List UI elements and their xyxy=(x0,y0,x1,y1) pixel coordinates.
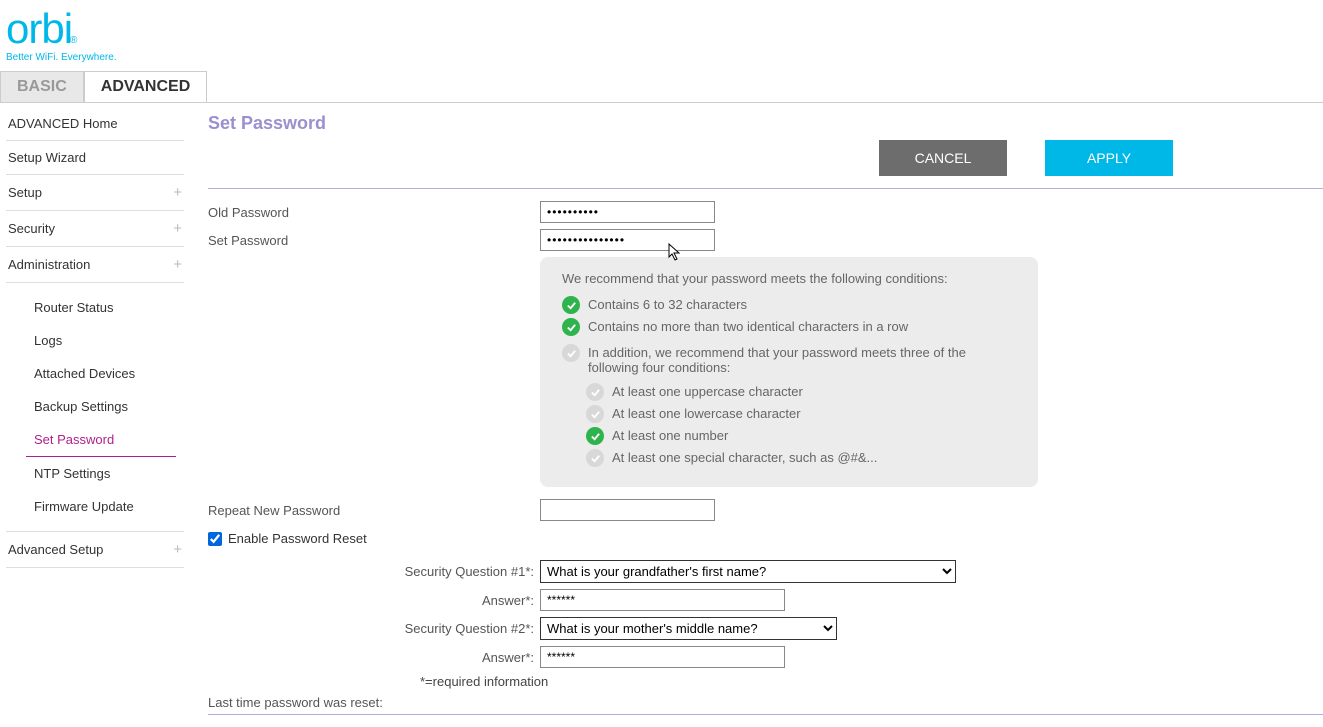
repeat-password-input[interactable] xyxy=(540,499,715,521)
sidebar-item-setup-wizard[interactable]: Setup Wizard xyxy=(6,141,184,175)
sidebar-item-security[interactable]: Security+ xyxy=(6,211,184,247)
divider xyxy=(208,714,1323,715)
main-content: Set Password CANCEL APPLY Old Password S… xyxy=(190,103,1323,715)
set-password-input[interactable] xyxy=(540,229,715,251)
condition-text: At least one uppercase character xyxy=(612,383,803,399)
sub-intro-text: In addition, we recommend that your pass… xyxy=(588,344,1020,375)
check-fail-icon xyxy=(586,383,604,401)
security-question-2-label: Security Question #2*: xyxy=(208,621,540,636)
condition-text: Contains no more than two identical char… xyxy=(588,318,908,334)
check-pass-icon xyxy=(562,318,580,336)
divider xyxy=(208,188,1323,189)
cancel-button[interactable]: CANCEL xyxy=(879,140,1007,176)
answer-1-label: Answer*: xyxy=(208,593,540,608)
sidebar: ADVANCED Home Setup Wizard Setup+ Securi… xyxy=(0,103,190,715)
condition-text: At least one lowercase character xyxy=(612,405,801,421)
sidebar-sub-router-status[interactable]: Router Status xyxy=(6,291,184,324)
old-password-input[interactable] xyxy=(540,201,715,223)
sidebar-sub-backup-settings[interactable]: Backup Settings xyxy=(6,390,184,423)
sidebar-sub-attached-devices[interactable]: Attached Devices xyxy=(6,357,184,390)
required-note: *=required information xyxy=(420,674,1323,689)
logo-area: orbi® Better WiFi. Everywhere. xyxy=(0,0,1323,65)
brand-tagline: Better WiFi. Everywhere. xyxy=(6,52,1317,63)
sidebar-item-administration[interactable]: Administration+ xyxy=(6,247,184,283)
answer-2-input[interactable] xyxy=(540,646,785,668)
last-reset-label: Last time password was reset: xyxy=(208,695,1323,710)
sidebar-item-advanced-setup[interactable]: Advanced Setup+ xyxy=(6,531,184,568)
security-question-1-label: Security Question #1*: xyxy=(208,564,540,579)
password-hint-box: We recommend that your password meets th… xyxy=(540,257,1038,487)
check-fail-icon xyxy=(586,405,604,423)
security-question-2-select[interactable]: What is your mother's middle name? xyxy=(540,617,837,640)
page-title: Set Password xyxy=(208,113,1323,134)
hint-intro: We recommend that your password meets th… xyxy=(562,271,1020,286)
answer-1-input[interactable] xyxy=(540,589,785,611)
repeat-password-label: Repeat New Password xyxy=(208,503,540,518)
condition-text: At least one number xyxy=(612,427,728,443)
enable-password-reset-label: Enable Password Reset xyxy=(228,531,367,546)
sidebar-item-advanced-home[interactable]: ADVANCED Home xyxy=(6,107,184,141)
tab-basic[interactable]: BASIC xyxy=(0,71,84,102)
plus-icon: + xyxy=(173,541,182,558)
sidebar-sub-firmware-update[interactable]: Firmware Update xyxy=(6,490,184,523)
check-pass-icon xyxy=(562,296,580,314)
condition-text: Contains 6 to 32 characters xyxy=(588,296,747,312)
brand-logo: orbi® xyxy=(6,8,1317,50)
apply-button[interactable]: APPLY xyxy=(1045,140,1173,176)
tab-advanced[interactable]: ADVANCED xyxy=(84,71,207,102)
check-fail-icon xyxy=(586,449,604,467)
plus-icon: + xyxy=(173,184,182,201)
check-pass-icon xyxy=(586,427,604,445)
old-password-label: Old Password xyxy=(208,205,540,220)
condition-text: At least one special character, such as … xyxy=(612,449,877,465)
sidebar-sub-ntp-settings[interactable]: NTP Settings xyxy=(6,457,184,490)
answer-2-label: Answer*: xyxy=(208,650,540,665)
check-fail-icon xyxy=(562,344,580,362)
sidebar-sub-set-password[interactable]: Set Password xyxy=(26,423,176,457)
security-question-1-select[interactable]: What is your grandfather's first name? xyxy=(540,560,956,583)
sidebar-item-setup[interactable]: Setup+ xyxy=(6,175,184,211)
plus-icon: + xyxy=(173,220,182,237)
set-password-label: Set Password xyxy=(208,233,540,248)
sidebar-sub-logs[interactable]: Logs xyxy=(6,324,184,357)
enable-password-reset-checkbox[interactable] xyxy=(208,532,222,546)
plus-icon: + xyxy=(173,256,182,273)
tab-bar: BASIC ADVANCED xyxy=(0,71,1323,103)
